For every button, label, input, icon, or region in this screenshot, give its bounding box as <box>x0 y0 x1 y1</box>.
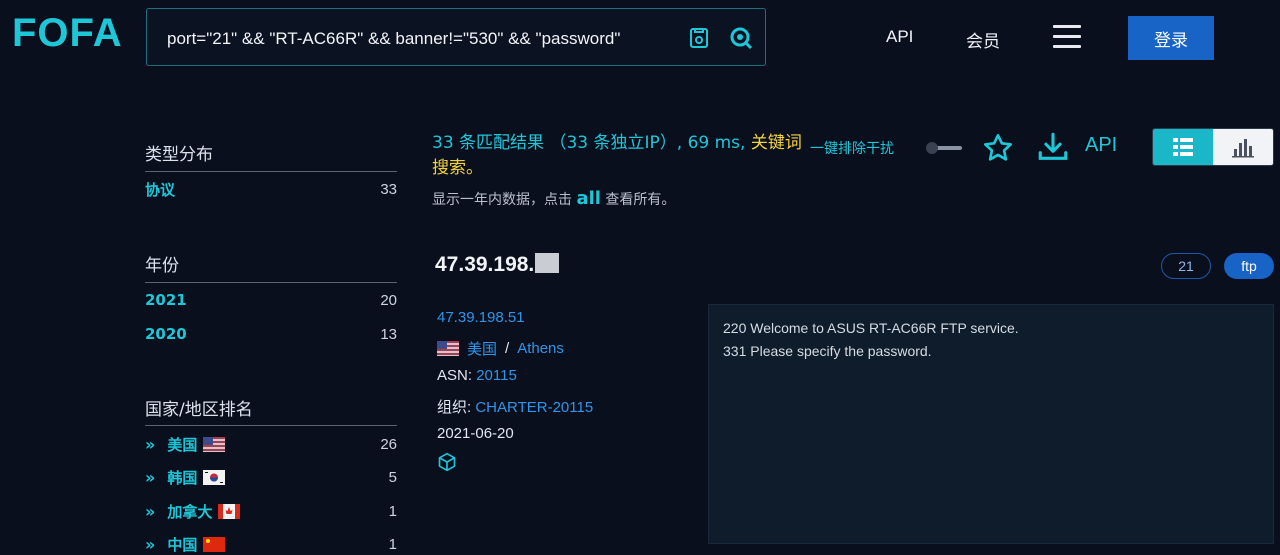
banner-line: 220 Welcome to ASUS RT-AC66R FTP service… <box>723 320 1019 336</box>
cn-flag-icon <box>203 536 226 552</box>
us-flag-icon <box>203 436 226 452</box>
us-flag-icon <box>437 341 459 356</box>
country-item-us[interactable]: » 美国 26 <box>145 433 397 455</box>
divider <box>145 171 397 172</box>
show-all-link[interactable]: all <box>576 188 601 209</box>
year-item-2021[interactable]: 2021 20 <box>145 289 397 311</box>
org-row: 组织: CHARTER-20115 <box>437 396 593 417</box>
kr-flag-icon <box>203 469 226 485</box>
country-label: 美国 <box>167 435 198 454</box>
download-icon[interactable] <box>1036 130 1070 164</box>
nav-api-link[interactable]: API <box>886 27 913 47</box>
api-link[interactable]: API <box>1085 134 1117 157</box>
list-view-icon[interactable] <box>1153 129 1213 165</box>
menu-icon[interactable] <box>1053 25 1081 49</box>
search-box[interactable] <box>146 8 766 66</box>
org-label: 组织: <box>437 399 472 416</box>
paren-open: （ <box>549 133 567 153</box>
country-count: 26 <box>380 435 397 453</box>
search-icon[interactable] <box>729 26 753 50</box>
paren-close: ）, <box>659 133 683 153</box>
data-range-hint: 显示一年内数据，点击 all 查看所有。 <box>432 188 675 209</box>
country-count: 5 <box>388 468 397 486</box>
cube-icon[interactable] <box>437 452 457 476</box>
login-button[interactable]: 登录 <box>1128 16 1214 60</box>
year-item-label: 2021 <box>145 291 187 309</box>
dedupe-label: 一键排除干扰 <box>810 141 894 157</box>
chevron-right-icon: » <box>145 434 156 454</box>
hint-prefix: 显示一年内数据，点击 <box>432 192 572 208</box>
country-count: 1 <box>388 502 397 520</box>
country-label: 加拿大 <box>167 502 213 521</box>
country-item-cn[interactable]: » 中国 1 <box>145 533 397 555</box>
result-host-title[interactable]: 47.39.198. <box>435 253 560 277</box>
comma: , <box>740 133 746 153</box>
year-title: 年份 <box>145 256 179 276</box>
result-count: 33 <box>432 133 454 153</box>
banner-line: 331 Please specify the password. <box>723 343 932 359</box>
country-label: 中国 <box>167 535 198 554</box>
country-label: 韩国 <box>167 468 198 487</box>
year-item-2020[interactable]: 2020 13 <box>145 323 397 345</box>
year-item-count: 13 <box>380 325 397 343</box>
chart-view-icon[interactable] <box>1213 129 1273 165</box>
country-item-ca[interactable]: » 加拿大 1 <box>145 500 397 522</box>
result-summary: 33 条匹配结果 （33 条独立IP）, 69 ms, 关键词搜索。 <box>432 131 802 181</box>
asn-link[interactable]: 20115 <box>476 367 517 384</box>
view-switcher[interactable] <box>1152 128 1274 166</box>
dedupe-toggle[interactable] <box>920 140 964 154</box>
nav-member-link[interactable]: 会员 <box>966 27 1000 52</box>
ip-link[interactable]: 47.39.198.51 <box>437 309 525 326</box>
star-icon[interactable] <box>982 132 1014 164</box>
port-tag[interactable]: 21 <box>1161 253 1211 279</box>
query-time: 69 ms <box>687 133 741 153</box>
chevron-right-icon: » <box>145 467 156 487</box>
date: 2021-06-20 <box>437 425 514 442</box>
logo-text: FOFA <box>12 11 123 55</box>
divider <box>145 282 397 283</box>
country-item-kr[interactable]: » 韩国 5 <box>145 466 397 488</box>
city-link[interactable]: Athens <box>517 340 564 357</box>
location-separator: / <box>505 340 510 357</box>
year-item-count: 20 <box>380 291 397 309</box>
banner-panel: 220 Welcome to ASUS RT-AC66R FTP service… <box>708 304 1274 544</box>
host-ip-prefix: 47.39.198. <box>435 253 535 276</box>
ca-flag-icon <box>218 503 241 519</box>
type-distribution-title: 类型分布 <box>145 145 213 165</box>
country-ranking-title: 国家/地区排名 <box>145 400 253 420</box>
divider <box>145 425 397 426</box>
protocol-tag[interactable]: ftp <box>1224 253 1274 279</box>
redaction-mask <box>535 253 560 273</box>
asn-label: ASN: <box>437 367 473 384</box>
type-item-label: 协议 <box>145 180 176 199</box>
location-row: 美国 / Athens <box>437 338 564 359</box>
search-input[interactable] <box>165 23 679 55</box>
type-item-count: 33 <box>380 180 397 198</box>
country-link[interactable]: 美国 <box>467 338 497 359</box>
asn-row: ASN: 20115 <box>437 367 517 384</box>
unique-ip-count: 33 <box>566 133 589 153</box>
image-search-icon[interactable] <box>687 26 711 50</box>
type-item[interactable]: 协议 33 <box>145 178 397 200</box>
unique-ip-label: 条独立IP <box>593 133 660 153</box>
fofa-logo[interactable]: FOFA <box>12 8 132 58</box>
chevron-right-icon: » <box>145 534 156 554</box>
org-link[interactable]: CHARTER-20115 <box>475 399 593 416</box>
result-count-label: 条匹配结果 <box>459 133 545 153</box>
hint-suffix: 查看所有。 <box>605 192 676 208</box>
chevron-right-icon: » <box>145 501 156 521</box>
year-item-label: 2020 <box>145 325 187 343</box>
